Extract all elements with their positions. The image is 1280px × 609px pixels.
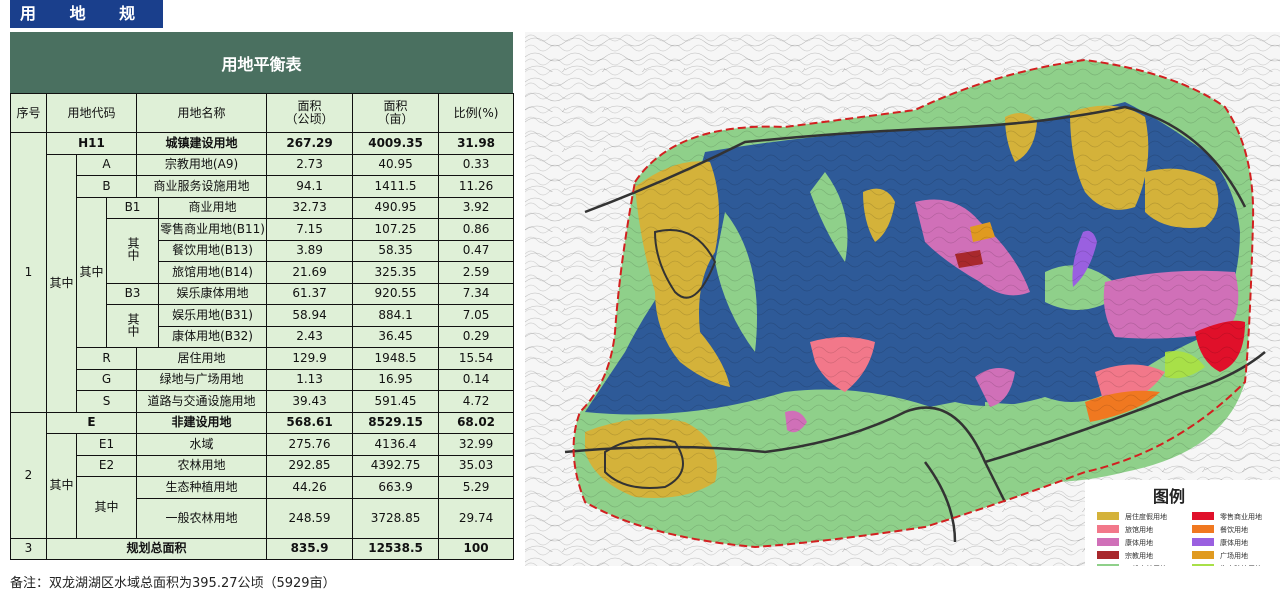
legend-label: 零售商业用地 <box>1220 512 1262 521</box>
legend-swatch <box>1192 551 1214 559</box>
header-seq: 序号 <box>10 93 47 133</box>
table-row: 其中 E1 水域 275.76 4136.4 32.99 <box>11 433 515 539</box>
table-row: 1 H11 城镇建设用地 267.29 4009.35 31.98 <box>10 132 515 413</box>
table-row: G 绿地与广场用地 1.13 16.95 0.14 <box>11 368 515 391</box>
land-balance-table: 序号 用地代码 用地名称 面积 （公顷） 面积 （亩） 比例(%) 1 H11 城镇… <box>10 93 515 560</box>
qizhong-cell: 其中 <box>46 153 77 413</box>
land-use-map-svg: 图例 居住度假用地 零售商业用地旅馆用地 餐饮用地康体用地 康体用地宗教用地 广场用地一… <box>525 32 1280 586</box>
land-balance-table-panel: 用地平衡表 序号 用地代码 用地名称 面积 （公顷） 面积 （亩） 比例(%) 1 … <box>10 32 515 560</box>
table-row: 2 E 非建设用地 568.61 8529.15 68.02 <box>10 411 515 539</box>
legend-swatch <box>1097 512 1119 520</box>
legend-swatch <box>1097 538 1119 546</box>
legend-label: 广场用地 <box>1220 551 1248 560</box>
qizhong-cell: 其中 <box>105 304 160 348</box>
table-row: 其中 生态种植用地 44.26 663.9 5.29 <box>11 476 515 539</box>
qizhong-cell: 其中 <box>46 433 77 539</box>
qizhong-cell: 其中 <box>105 218 160 284</box>
legend-label: 一般农林用地 <box>1125 564 1167 566</box>
legend-swatch <box>1192 525 1214 533</box>
table-row: B 商业服务设施用地 94.1 1411.5 11.26 <box>11 175 515 198</box>
legend-label: 生态种植用地 <box>1220 564 1262 566</box>
legend-label: 康体用地 <box>1220 538 1248 547</box>
land-use-map: 图例 居住度假用地 零售商业用地旅馆用地 餐饮用地康体用地 康体用地宗教用地 广场用地一… <box>525 32 1280 586</box>
header-name: 用地名称 <box>136 93 268 133</box>
table-title: 用地平衡表 <box>10 32 513 93</box>
legend-swatch <box>1192 538 1214 546</box>
table-row-total: 3 规划总面积 835.9 12538.5 100 <box>10 537 515 560</box>
header-area-ha: 面积 （公顷） <box>266 93 354 133</box>
legend-title: 图例 <box>1153 487 1185 506</box>
legend-swatch <box>1097 525 1119 533</box>
map-legend: 图例 居住度假用地 零售商业用地旅馆用地 餐饮用地康体用地 康体用地宗教用地 广场用地一… <box>1085 480 1280 586</box>
qizhong-cell: 其中 <box>75 476 138 539</box>
legend-swatch <box>1097 551 1119 559</box>
section-title: 用 地 规 划 <box>10 0 163 51</box>
qizhong-cell: 其中 <box>76 196 107 348</box>
legend-label: 宗教用地 <box>1125 551 1153 560</box>
header-code: 用地代码 <box>45 93 138 133</box>
table-row: 其中 A 宗教用地(A9) 2.73 40.95 0.33 <box>11 153 515 413</box>
legend-swatch <box>1097 564 1119 572</box>
seq-cell: 2 <box>10 411 47 539</box>
table-row: S 道路与交通设施用地 39.43 591.45 4.72 <box>11 390 515 413</box>
legend-label: 餐饮用地 <box>1220 525 1248 534</box>
seq-cell: 1 <box>10 132 47 413</box>
legend-label: 康体用地 <box>1125 538 1153 547</box>
legend-swatch <box>1192 512 1214 520</box>
footnote: 备注：双龙湖湖区水域总面积为395.27公顷（5929亩） <box>10 576 336 591</box>
header-area-mu: 面积 （亩） <box>352 93 440 133</box>
table-row: 其中 B1 商业用地 32.73 490.95 3.92 <box>11 196 515 348</box>
legend-label: 居住度假用地 <box>1125 512 1167 521</box>
legend-label: 旅馆用地 <box>1125 525 1153 534</box>
residential-zone <box>1145 168 1219 228</box>
seq-cell: 3 <box>10 537 47 560</box>
table-header-row: 序号 用地代码 用地名称 面积 （公顷） 面积 （亩） 比例(%) <box>10 93 515 133</box>
header-ratio: 比例(%) <box>438 93 515 133</box>
legend-swatch <box>1192 564 1214 572</box>
table-row: R 居住用地 129.9 1948.5 15.54 <box>11 347 515 370</box>
table-row: E2 农林用地 292.85 4392.75 35.03 <box>11 454 515 477</box>
